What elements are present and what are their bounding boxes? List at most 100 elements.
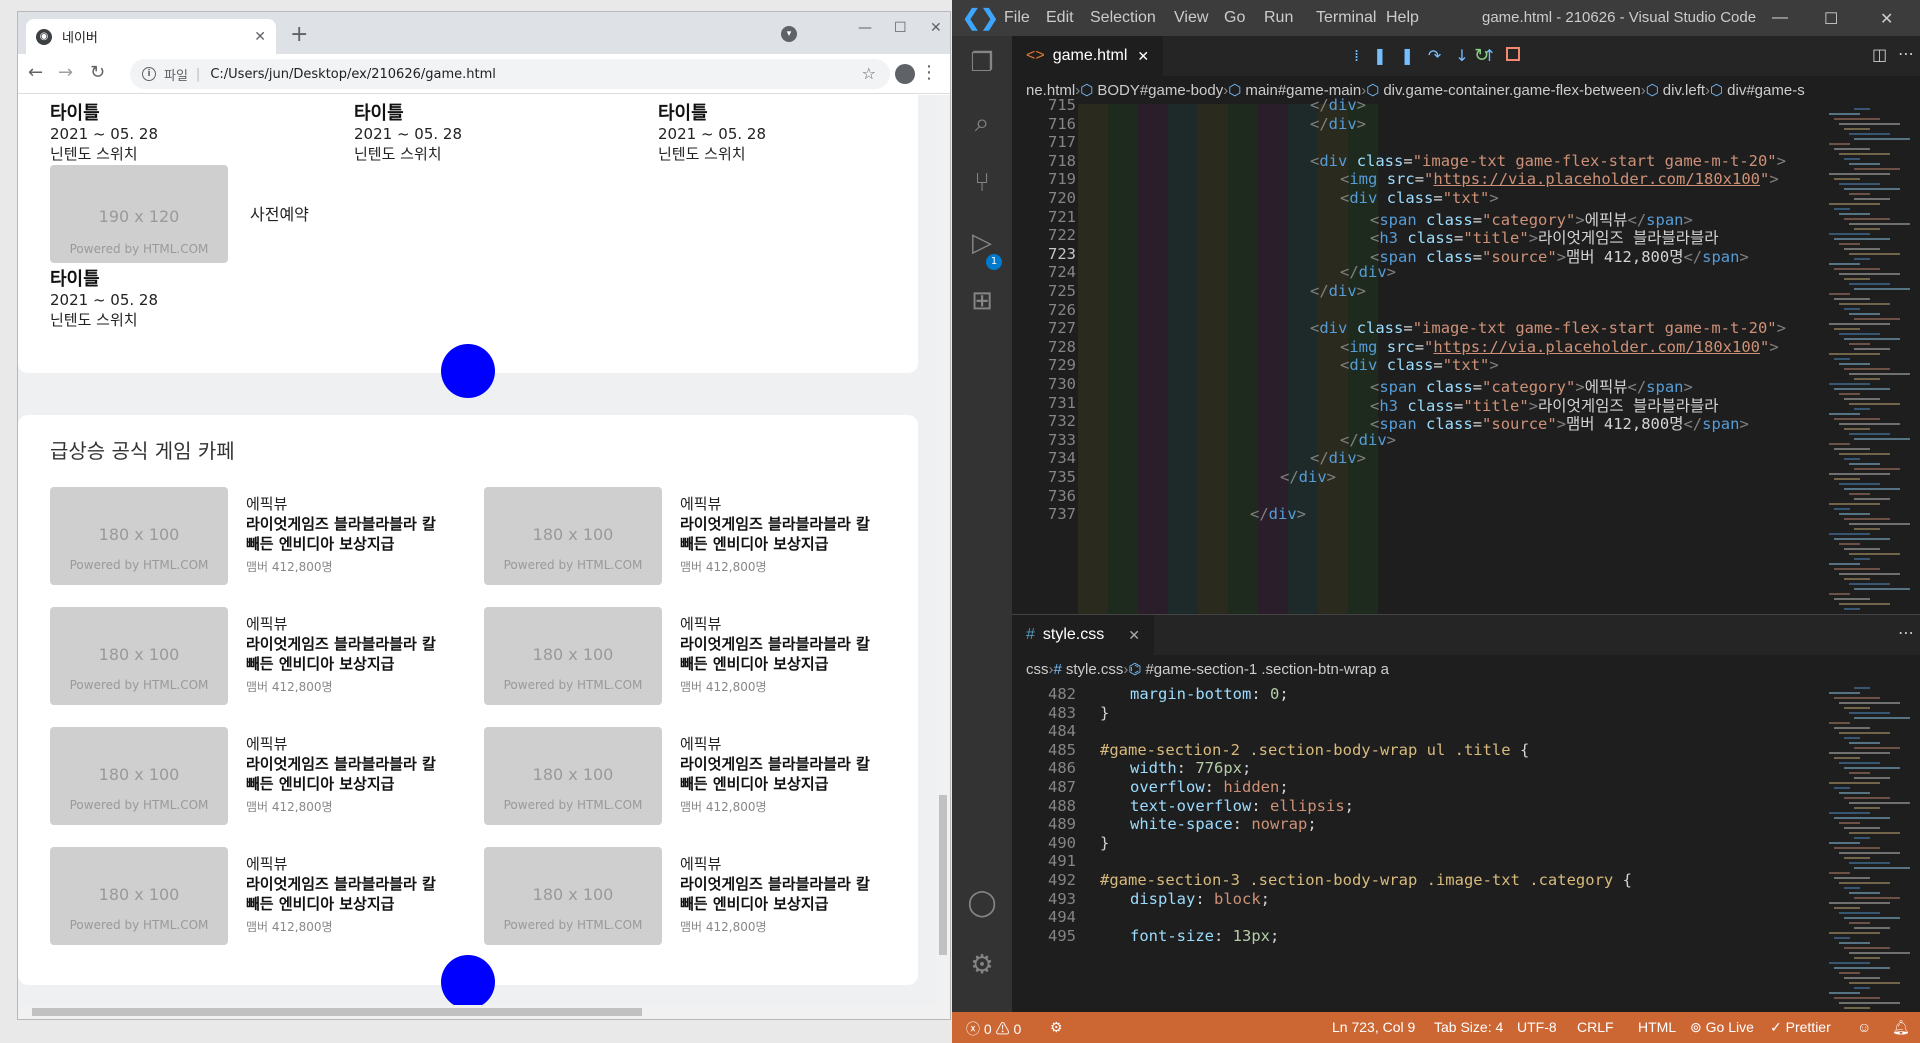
cafe-title[interactable]: 라이엇게임즈 블라블라블라 칼 [680, 634, 910, 654]
game-item[interactable]: 타이틀 2021 ~ 05. 28 닌텐도 스위치 [50, 99, 158, 164]
bell-icon[interactable]: 🔔︎ [1892, 1019, 1910, 1036]
breadcrumb-item[interactable]: style.css [1066, 661, 1124, 678]
close-tab-icon[interactable]: ✕ [1128, 627, 1140, 644]
problems-indicator[interactable]: ⓧ 0 ⚠ 0 [966, 1019, 1021, 1039]
code-area[interactable]: 715 </div> 716 </div> 717 718 <div class="imag… [1012, 96, 1820, 614]
cafe-title-line2[interactable]: 빼든 엔비디아 보상지급 [246, 534, 476, 554]
code-line[interactable]: </div> [1310, 449, 1366, 467]
account-icon[interactable]: ◯ [966, 888, 998, 920]
close-window-icon[interactable]: ✕ [930, 20, 942, 36]
cafe-image[interactable]: 180 x 100 Powered by HTML.COM [484, 847, 662, 945]
menu-go[interactable]: Go [1224, 9, 1245, 27]
address-bar[interactable]: i 파일 | C:/Users/jun/Desktop/ex/210626/ga… [130, 59, 890, 89]
back-icon[interactable]: ← [28, 62, 43, 83]
code-line[interactable]: </div> [1340, 263, 1396, 281]
scrollbar-thumb[interactable] [32, 1008, 642, 1016]
code-line[interactable]: </div> [1310, 96, 1366, 114]
cafe-title[interactable]: 라이엇게임즈 블라블라블라 칼 [246, 634, 476, 654]
cafe-image[interactable]: 180 x 100 Powered by HTML.COM [50, 847, 228, 945]
menu-terminal[interactable]: Terminal [1316, 9, 1376, 27]
code-line[interactable]: overflow: hidden; [1130, 778, 1289, 796]
extensions-icon[interactable]: ⊞ [966, 286, 998, 318]
cafe-title-line2[interactable]: 빼든 엔비디아 보상지급 [680, 534, 910, 554]
tab-search-icon[interactable]: ▾ [781, 26, 797, 42]
cursor-position[interactable]: Ln 723, Col 9 [1332, 1019, 1415, 1035]
cafe-title[interactable]: 라이엇게임즈 블라블라블라 칼 [246, 874, 476, 894]
minimap[interactable] [1820, 683, 1920, 1012]
cafe-image[interactable]: 180 x 100 Powered by HTML.COM [484, 727, 662, 825]
menu-help[interactable]: Help [1386, 9, 1419, 27]
code-line[interactable]: <img src="https://via.placeholder.com/18… [1340, 170, 1779, 188]
code-line[interactable]: } [1100, 834, 1109, 852]
menu-selection[interactable]: Selection [1090, 9, 1156, 27]
code-line[interactable]: #game-section-3 .section-body-wrap .imag… [1100, 871, 1632, 889]
game-item[interactable]: 타이틀 2021 ~ 05. 28 닌텐도 스위치 [50, 265, 158, 330]
code-line[interactable]: <div class="image-txt game-flex-start ga… [1310, 152, 1786, 170]
golive-button[interactable]: ⊚ Go Live [1690, 1019, 1754, 1036]
code-line[interactable]: </div> [1280, 468, 1336, 486]
debug-status-icon[interactable]: ⚙ [1050, 1019, 1063, 1036]
game-item[interactable]: 타이틀 2021 ~ 05. 28 닌텐도 스위치 [658, 99, 766, 164]
minimize-icon[interactable]: — [858, 20, 872, 36]
code-line[interactable]: </div> [1310, 115, 1366, 133]
menu-edit[interactable]: Edit [1046, 9, 1074, 27]
info-icon[interactable]: i [142, 67, 156, 81]
preorder-image[interactable]: 190 x 120 Powered by HTML.COM [50, 165, 228, 263]
minimap[interactable] [1820, 104, 1920, 614]
menu-view[interactable]: View [1174, 9, 1208, 27]
language-mode[interactable]: HTML [1638, 1019, 1676, 1035]
browser-tab[interactable]: ◉ 네이버 ✕ [26, 19, 276, 54]
profile-icon[interactable] [895, 64, 915, 84]
source-control-icon[interactable]: ⑂ [966, 168, 998, 200]
more-button-dot[interactable] [441, 344, 495, 398]
code-line[interactable]: <div class="txt"> [1340, 356, 1499, 374]
explorer-icon[interactable]: ❐ [966, 48, 998, 80]
close-window-icon[interactable]: ✕ [1880, 9, 1893, 29]
tab-style-css[interactable]: # style.css ✕ [1012, 615, 1154, 655]
horizontal-scrollbar[interactable] [18, 1005, 950, 1019]
code-line[interactable]: <img src="https://via.placeholder.com/18… [1340, 338, 1779, 356]
menu-icon[interactable]: ⋮ [920, 62, 938, 83]
cafe-title-line2[interactable]: 빼든 엔비디아 보상지급 [680, 774, 910, 794]
cafe-image[interactable]: 180 x 100 Powered by HTML.COM [484, 607, 662, 705]
more-button-dot[interactable] [441, 955, 495, 1007]
close-tab-icon[interactable]: ✕ [1137, 48, 1149, 65]
breadcrumb-item[interactable]: BODY#game-body [1097, 82, 1223, 99]
code-line[interactable]: display: block; [1130, 890, 1270, 908]
code-line[interactable]: text-overflow: ellipsis; [1130, 797, 1354, 815]
cafe-title-line2[interactable]: 빼든 엔비디아 보상지급 [680, 894, 910, 914]
breadcrumb-item[interactable]: css [1026, 661, 1049, 678]
breadcrumb-item[interactable]: #game-section-1 .section-btn-wrap a [1145, 661, 1388, 678]
line-ending[interactable]: CRLF [1577, 1019, 1614, 1035]
encoding[interactable]: UTF-8 [1517, 1019, 1557, 1035]
code-line[interactable]: <div class="image-txt game-flex-start ga… [1310, 319, 1786, 337]
new-tab-button[interactable]: + [290, 22, 308, 47]
code-line[interactable]: <span class="source">맴버 412,800명</span> [1370, 245, 1749, 267]
menu-run[interactable]: Run [1264, 9, 1293, 27]
code-line[interactable]: white-space: nowrap; [1130, 815, 1317, 833]
cafe-title-line2[interactable]: 빼든 엔비디아 보상지급 [246, 774, 476, 794]
code-area[interactable]: 482 margin-bottom: 0; 483} 484 485 #game-sect… [1012, 683, 1820, 1012]
cafe-title[interactable]: 라이엇게임즈 블라블라블라 칼 [680, 754, 910, 774]
minimize-icon[interactable]: — [1772, 9, 1788, 27]
more-actions-icon[interactable]: ⋯ [1898, 44, 1914, 63]
breadcrumb-item[interactable]: div.game-container.game-flex-between [1383, 82, 1640, 99]
search-icon[interactable]: ⌕ [966, 108, 998, 140]
code-line[interactable]: width: 776px; [1130, 759, 1251, 777]
address-text[interactable]: C:/Users/jun/Desktop/ex/210626/game.html [210, 67, 496, 82]
reload-icon[interactable]: ↻ [90, 62, 105, 83]
code-line[interactable]: <div class="txt"> [1340, 189, 1499, 207]
tab-game-html[interactable]: <> game.html ✕ [1012, 36, 1164, 76]
preorder-label[interactable]: 사전예약 [250, 201, 309, 225]
cafe-title[interactable]: 라이엇게임즈 블라블라블라 칼 [246, 514, 476, 534]
tab-size[interactable]: Tab Size: 4 [1434, 1019, 1503, 1035]
maximize-icon[interactable]: ☐ [894, 20, 907, 36]
cafe-image[interactable]: 180 x 100 Powered by HTML.COM [484, 487, 662, 585]
maximize-icon[interactable]: ☐ [1824, 9, 1838, 29]
cafe-title-line2[interactable]: 빼든 엔비디아 보상지급 [680, 654, 910, 674]
stop-icon[interactable] [1506, 47, 1520, 61]
more-actions-icon[interactable]: ⋯ [1898, 623, 1914, 642]
gear-icon[interactable]: ⚙ [966, 950, 998, 982]
code-line[interactable]: </div> [1340, 431, 1396, 449]
code-line[interactable]: </div> [1310, 282, 1366, 300]
